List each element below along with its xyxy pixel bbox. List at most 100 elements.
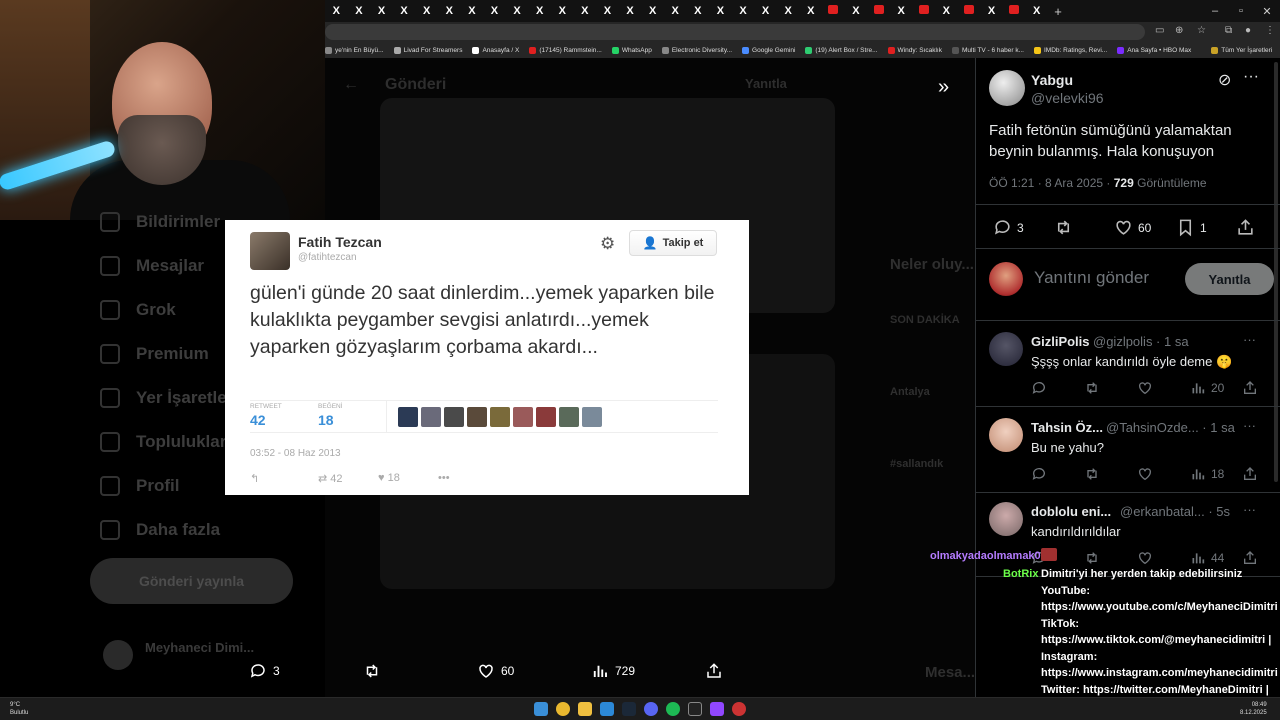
tab-favicon-x[interactable]: X: [415, 5, 438, 17]
nav-bookmarks[interactable]: Yer İşaretleri: [100, 388, 238, 408]
tab-favicon-x[interactable]: X: [1025, 5, 1048, 17]
share-action[interactable]: [1242, 466, 1258, 482]
share-action[interactable]: [1242, 380, 1258, 396]
reply-author-name[interactable]: GizliPolis: [1031, 334, 1090, 349]
avatar[interactable]: [989, 262, 1023, 296]
reply-author-name[interactable]: Tahsin Öz...: [1031, 420, 1103, 435]
back-arrow-icon[interactable]: ←: [343, 76, 359, 94]
grok-icon[interactable]: ⊘: [1218, 70, 1231, 90]
collapse-panel-icon[interactable]: »: [938, 76, 949, 99]
nav-notifications[interactable]: Bildirimler: [100, 212, 220, 232]
repost-action[interactable]: [1084, 380, 1100, 396]
discord-icon[interactable]: [644, 702, 658, 716]
clock[interactable]: 08:49 8.12.2025: [1240, 701, 1267, 717]
more-icon[interactable]: ···: [1243, 502, 1256, 517]
reply-author-handle[interactable]: @TahsinOzde... · 1 sa: [1106, 420, 1235, 435]
share-action[interactable]: [1236, 218, 1255, 237]
bookmark-item[interactable]: (19) Alert Box / Stre...: [805, 46, 878, 54]
reply-action[interactable]: [1031, 380, 1047, 396]
tweet-time[interactable]: ÖÖ 1:21 · 8 Ara 2025 ·: [989, 176, 1110, 190]
bookmark-item[interactable]: IMDb: Ratings, Revi...: [1033, 46, 1107, 54]
tab-favicon-x[interactable]: X: [754, 5, 777, 17]
app-icon[interactable]: [732, 702, 746, 716]
star-icon[interactable]: ☆: [1197, 25, 1206, 36]
tab-favicon-x[interactable]: X: [528, 5, 551, 17]
trend-item[interactable]: Antalya: [890, 386, 930, 398]
nav-messages[interactable]: Mesajlar: [100, 256, 204, 276]
close-icon[interactable]: ✕: [1254, 5, 1280, 18]
avatar[interactable]: [103, 640, 133, 670]
reply-action[interactable]: 3: [993, 218, 1024, 237]
repost-action[interactable]: [1084, 466, 1100, 482]
reply-author-name[interactable]: doblolu eni...: [1031, 504, 1111, 519]
tab-favicon-x[interactable]: X: [935, 5, 958, 17]
menu-icon[interactable]: ⋮: [1265, 25, 1275, 36]
avatar[interactable]: [989, 332, 1023, 366]
bookmark-item[interactable]: Electronic Diversity...: [661, 46, 732, 54]
bookmark-item[interactable]: Google Gemini: [742, 46, 795, 54]
bookmark-action[interactable]: 1: [1176, 218, 1207, 237]
nav-more[interactable]: Daha fazla: [100, 520, 220, 540]
tab-favicon-x[interactable]: X: [596, 5, 619, 17]
post-button[interactable]: Gönderi yayınla: [90, 558, 293, 604]
profile-icon[interactable]: ●: [1245, 25, 1251, 36]
like-action[interactable]: 60: [1114, 218, 1151, 237]
more-icon[interactable]: ···: [1243, 332, 1256, 347]
tab-favicon-youtube[interactable]: [1003, 5, 1026, 17]
tab-favicon-x[interactable]: X: [687, 5, 710, 17]
all-bookmarks[interactable]: Tüm Yer İşaretleri: [1211, 46, 1272, 54]
avatar[interactable]: [989, 502, 1023, 536]
bookmark-item[interactable]: Ana Sayfa • HBO Max: [1117, 46, 1191, 54]
bookmark-item[interactable]: ye'nin En Büyü...: [325, 46, 384, 54]
minimize-icon[interactable]: –: [1202, 5, 1228, 17]
bookmark-item[interactable]: Livad For Streamers: [393, 46, 462, 54]
tab-favicon-x[interactable]: X: [709, 5, 732, 17]
tab-favicon-x[interactable]: X: [890, 5, 913, 17]
reply-button[interactable]: Yanıtla: [1185, 263, 1274, 295]
url-field[interactable]: [325, 24, 1145, 40]
tab-favicon-x[interactable]: X: [506, 5, 529, 17]
tab-favicon-youtube[interactable]: [912, 5, 935, 17]
tab-favicon-youtube[interactable]: [958, 5, 981, 17]
trend-item[interactable]: SON DAKİKA: [890, 314, 960, 326]
like-action[interactable]: [1137, 380, 1153, 396]
views-action[interactable]: 729: [591, 662, 635, 680]
reply-action[interactable]: [1031, 466, 1047, 482]
reply-author-handle[interactable]: @gizlpolis · 1 sa: [1093, 334, 1189, 349]
spotify-icon[interactable]: [666, 702, 680, 716]
author-handle[interactable]: @velevki96: [1031, 90, 1104, 106]
account-name[interactable]: Meyhaneci Dimi...: [145, 640, 254, 655]
share-action[interactable]: [705, 662, 723, 680]
scrollbar[interactable]: [1274, 62, 1278, 482]
author-name[interactable]: Yabgu: [1031, 72, 1073, 88]
nav-profile[interactable]: Profil: [100, 476, 179, 496]
bookmark-item[interactable]: Multi TV - 6 haber k...: [951, 46, 1024, 54]
nav-premium[interactable]: Premium: [100, 344, 209, 364]
tab-favicon-x[interactable]: X: [777, 5, 800, 17]
tab-favicon-x[interactable]: X: [845, 5, 868, 17]
tab-favicon-x[interactable]: X: [325, 5, 348, 17]
avatar[interactable]: [989, 70, 1025, 106]
tab-favicon-x[interactable]: X: [574, 5, 597, 17]
tab-favicon-youtube[interactable]: [867, 5, 890, 17]
folder-icon[interactable]: [578, 702, 592, 716]
tab-favicon-x[interactable]: X: [393, 5, 416, 17]
tab-favicon-youtube[interactable]: [822, 5, 845, 17]
reply-action[interactable]: 3: [249, 662, 280, 680]
weather-widget[interactable]: 9°C Bulutlu: [10, 701, 28, 717]
bookmark-item[interactable]: Anasayfa / X: [472, 46, 519, 54]
bookmark-item[interactable]: WhatsApp: [611, 46, 652, 54]
tab-favicon-x[interactable]: X: [483, 5, 506, 17]
bookmark-item[interactable]: (17145) Rammstein...: [529, 46, 602, 54]
chrome-icon[interactable]: [556, 702, 570, 716]
more-icon[interactable]: ···: [1243, 418, 1256, 433]
tab-favicon-x[interactable]: X: [619, 5, 642, 17]
header-reply[interactable]: Yanıtla: [745, 76, 787, 91]
twitch-icon[interactable]: [710, 702, 724, 716]
like-action[interactable]: [1137, 466, 1153, 482]
tab-favicon-x[interactable]: X: [551, 5, 574, 17]
views-action[interactable]: 20: [1190, 380, 1224, 396]
zoom-icon[interactable]: ⊕: [1175, 25, 1183, 36]
tab-favicon-x[interactable]: X: [641, 5, 664, 17]
reply-input[interactable]: Yanıtını gönder: [1034, 268, 1149, 288]
